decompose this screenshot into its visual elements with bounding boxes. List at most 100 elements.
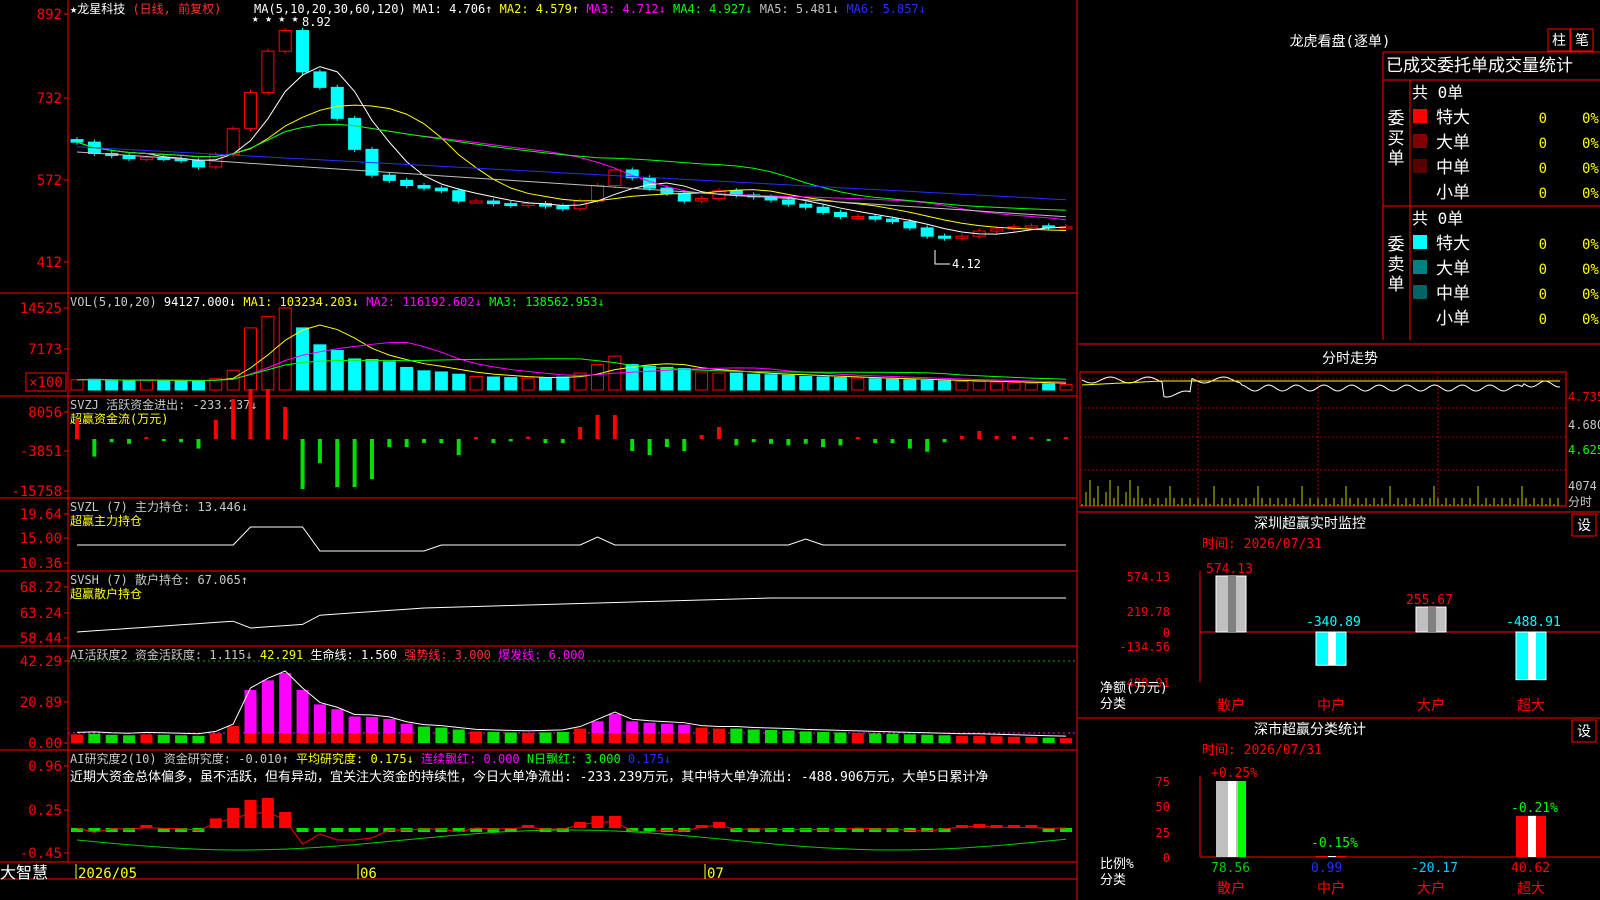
label-run-part: MA4: 4.927↓ (666, 2, 753, 16)
stock-title: ★龙星科技 (日线, 前复权) (70, 1, 221, 16)
svsh-panel[interactable]: 68.22 63.24 58.44 SVSH (7) 散户持仓: 67.065↑超赢散… (20, 572, 1066, 647)
monitor-category: 中户 (1317, 697, 1345, 714)
svzl-panel[interactable]: 19.64 15.00 10.36 SVZL (7) 主力持仓: 13.446↓超赢主… (20, 499, 1066, 572)
ai2-line-red (76, 811, 1067, 845)
sell-swatch (1413, 285, 1427, 299)
volume-bar (296, 327, 310, 391)
ai1-bar-base (331, 733, 344, 743)
buy-row-pct: 0% (1582, 186, 1599, 202)
stats-title: 深市超赢分类统计 (1254, 721, 1366, 738)
sell-row-pct: 0% (1582, 262, 1599, 278)
price-ma-legend: MA(5,10,20,30,60,120) MA1: 4.706↑ MA2: 4… (254, 2, 926, 16)
label-run-part: AI研究度2(10) 资金研究度: -0.010↑ (70, 751, 289, 766)
svzl-line (77, 526, 1066, 552)
svzj-bar (317, 439, 322, 463)
svzj-bar (543, 439, 548, 443)
ai1-bar (834, 732, 847, 743)
ai1-bar (227, 726, 240, 743)
svzj-bar (977, 431, 982, 439)
monitor-category: 大户 (1417, 697, 1445, 714)
x-axis-label: 2026/05 (78, 866, 137, 882)
svzj-bar (1064, 437, 1068, 439)
ai1-bar-base (608, 733, 621, 743)
monitor-bar-value: -488.91 (1506, 615, 1561, 630)
svzj-bar (369, 439, 374, 479)
brand-label: 大智慧 (0, 863, 48, 882)
stats-bar-shade (1238, 781, 1246, 857)
buy-row-count: 0 (1539, 136, 1547, 152)
candle (139, 157, 153, 161)
label-run-part: 94127.000↓ (157, 295, 236, 309)
stats-bar-value: 40.62 (1511, 861, 1550, 876)
ai2-note: 近期大资金总体偏多，虽不活跃，但有异动，宜关注大资金的持续性，今日大单净流出: … (70, 769, 988, 785)
svzj-bar (959, 435, 964, 439)
volume-bar (972, 381, 986, 391)
sell-swatch (1413, 235, 1427, 249)
candle (452, 190, 466, 202)
price-panel[interactable]: 892 732 572 412 ★龙星科技 (日线, 前复权) MA(5,10,20,30… (37, 1, 1073, 271)
svzj-bar (1011, 435, 1016, 439)
volume-panel[interactable]: 14525 7173 ×100 VOL(5,10,20) 94127.000↓ MA1… (20, 295, 1073, 392)
intraday-vol-tick: 4074 (1568, 479, 1597, 493)
volume-bar (695, 371, 709, 391)
svzj-subtitle: 超赢资金流(万元) (70, 411, 168, 426)
sell-row-count: 0 (1539, 237, 1547, 253)
candle (833, 211, 847, 218)
ai1-bar-base (348, 733, 361, 743)
svzj-bar (404, 439, 409, 447)
svzj-bar (716, 427, 721, 439)
svzj-bar (838, 439, 843, 446)
volume-bar (1024, 382, 1038, 391)
monitor-y-tick: 574.13 (1127, 570, 1170, 584)
ai1-bar-base (591, 733, 604, 743)
stats-category: 散户 (1217, 880, 1245, 897)
candle (296, 30, 310, 73)
ai1-y-tick: 20.89 (20, 695, 62, 711)
ai1-bar-base (244, 733, 257, 743)
svzj-bar (786, 439, 791, 446)
ai1-bar-base (400, 733, 413, 743)
ai1-bar-base (643, 733, 656, 743)
svzj-bar (612, 415, 617, 439)
volume-bar (764, 374, 778, 391)
ai1-bar (209, 733, 222, 743)
dragon-title: 龙虎看盘(逐单) (1290, 33, 1391, 50)
label-run-part: MA5: 5.481↓ (753, 2, 840, 16)
volume-bar (365, 359, 379, 391)
ai1-bar (192, 735, 205, 743)
label-run-part: VOL(5,10,20) (70, 295, 157, 309)
svzj-bar (925, 439, 930, 452)
price-y-tick: 732 (37, 91, 62, 107)
stock-chart-canvas[interactable]: 2026/05 06 07 大智慧 892 732 572 412 ★龙星科技 (日线, 前复… (0, 0, 1600, 900)
ai-activity-panel[interactable]: 42.29 20.89 0.00 AI活跃度2 资金活跃度: 1.115↓ 42.29… (20, 647, 1077, 752)
svzj-bar (335, 439, 340, 487)
sell-total: 共 0单 (1412, 209, 1463, 228)
ai1-y-tick: 42.29 (20, 654, 62, 670)
ai1-bar (140, 734, 153, 743)
ai1-bar (175, 735, 188, 743)
ai1-bar (712, 728, 725, 743)
sell-row-pct: 0% (1582, 287, 1599, 303)
svzj-bar (873, 439, 878, 443)
svzj-bar (508, 439, 513, 442)
buy-row-count: 0 (1539, 161, 1547, 177)
ai2-y-tick: -0.45 (20, 846, 62, 862)
label-run-part: 爆发线: 6.000 (491, 647, 585, 662)
candle (504, 203, 518, 207)
svzj-bar (647, 439, 652, 455)
volume-bar (538, 377, 552, 391)
sell-swatch (1413, 260, 1427, 274)
candle (330, 86, 344, 119)
svzl-y-tick: 10.36 (20, 556, 62, 572)
volume-bar (729, 372, 743, 391)
monitor-y-tick: -134.56 (1119, 640, 1170, 654)
svzj-panel[interactable]: 8056 -3851 -15758 SVZJ 活跃资金进出: -233.237↓超赢资… (11, 389, 1068, 500)
stats-y-tick: 75 (1156, 775, 1170, 789)
intraday-y-tick: 4.735 (1568, 390, 1600, 404)
svzj-bar (803, 439, 808, 444)
ai1-bar (418, 726, 431, 743)
stats-bar-shade (1328, 855, 1336, 857)
candle (191, 160, 205, 168)
ai-research-panel[interactable]: 0.96 0.25 -0.45 AI研究度2(10) 资金研究度: -0.010↑ 平… (20, 751, 1072, 862)
stats-y-tick: 0 (1163, 851, 1170, 865)
